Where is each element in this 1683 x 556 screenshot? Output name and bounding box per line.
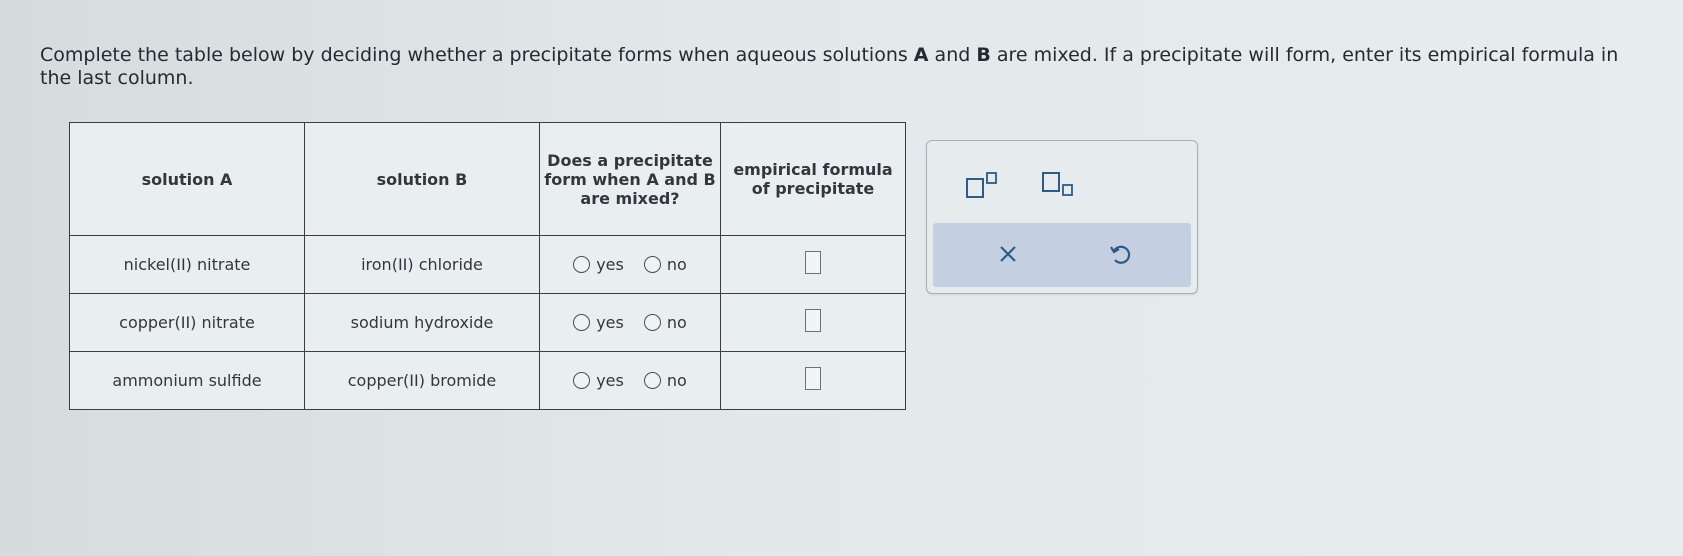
no-label: no — [666, 255, 687, 274]
no-radio-option[interactable]: no — [643, 255, 687, 274]
formula-answer-input[interactable] — [805, 367, 821, 390]
yes-radio-button[interactable] — [573, 256, 591, 273]
action-bar — [933, 223, 1191, 287]
subscript-icon — [1042, 172, 1073, 196]
instructions-text: Complete the table below by deciding whe… — [40, 44, 1619, 89]
formula-answer-input[interactable] — [805, 251, 821, 274]
solution-b-label: B — [976, 44, 991, 66]
table-row: copper(II) nitrate sodium hydroxide yes … — [69, 293, 906, 352]
yes-radio-button[interactable] — [573, 314, 591, 331]
undo-icon — [1110, 245, 1131, 264]
superscript-button[interactable] — [961, 167, 1007, 201]
clear-button[interactable] — [993, 239, 1023, 269]
yes-radio-button[interactable] — [573, 372, 591, 389]
no-label: no — [666, 371, 687, 390]
solution-a-label: A — [913, 44, 929, 66]
subscript-button[interactable] — [1037, 167, 1083, 201]
yes-radio-option[interactable]: yes — [573, 371, 624, 390]
cell-solution-a: nickel(II) nitrate — [69, 235, 305, 294]
precipitate-table-container: solution A solution B Does a precipitate… — [69, 122, 906, 410]
no-radio-button[interactable] — [643, 372, 661, 389]
format-buttons-row — [927, 161, 1197, 211]
superscript-icon — [966, 172, 997, 198]
formula-cell — [720, 235, 906, 294]
precipitate-choice: yes no — [539, 293, 721, 352]
precipitate-table: solution A solution B Does a precipitate… — [69, 122, 906, 410]
precipitate-choice: yes no — [539, 235, 721, 294]
cell-solution-b: sodium hydroxide — [304, 293, 540, 352]
table-row: nickel(II) nitrate iron(II) chloride yes… — [69, 235, 906, 294]
yes-label: yes — [596, 255, 624, 274]
header-precipitate-question: Does a precipitate form when A and B are… — [539, 122, 721, 236]
no-radio-option[interactable]: no — [643, 313, 687, 332]
header-solution-a: solution A — [69, 122, 305, 236]
table-row: ammonium sulfide copper(II) bromide yes … — [69, 351, 906, 410]
header-solution-b: solution B — [304, 122, 540, 236]
no-radio-option[interactable]: no — [643, 371, 687, 390]
yes-radio-option[interactable]: yes — [573, 255, 624, 274]
yes-label: yes — [596, 313, 624, 332]
close-icon — [1000, 246, 1016, 262]
cell-solution-b: copper(II) bromide — [304, 351, 540, 410]
precipitate-choice: yes no — [539, 351, 721, 410]
formula-tool-panel — [926, 140, 1198, 294]
formula-cell — [720, 293, 906, 352]
no-label: no — [666, 313, 687, 332]
yes-radio-option[interactable]: yes — [573, 313, 624, 332]
yes-label: yes — [596, 371, 624, 390]
cell-solution-a: ammonium sulfide — [69, 351, 305, 410]
undo-button[interactable] — [1105, 239, 1135, 269]
no-radio-button[interactable] — [643, 256, 661, 273]
header-row: solution A solution B Does a precipitate… — [69, 122, 906, 236]
formula-cell — [720, 351, 906, 410]
cell-solution-b: iron(II) chloride — [304, 235, 540, 294]
formula-answer-input[interactable] — [805, 309, 821, 332]
header-empirical-formula: empirical formula of precipitate — [720, 122, 906, 236]
no-radio-button[interactable] — [643, 314, 661, 331]
cell-solution-a: copper(II) nitrate — [69, 293, 305, 352]
